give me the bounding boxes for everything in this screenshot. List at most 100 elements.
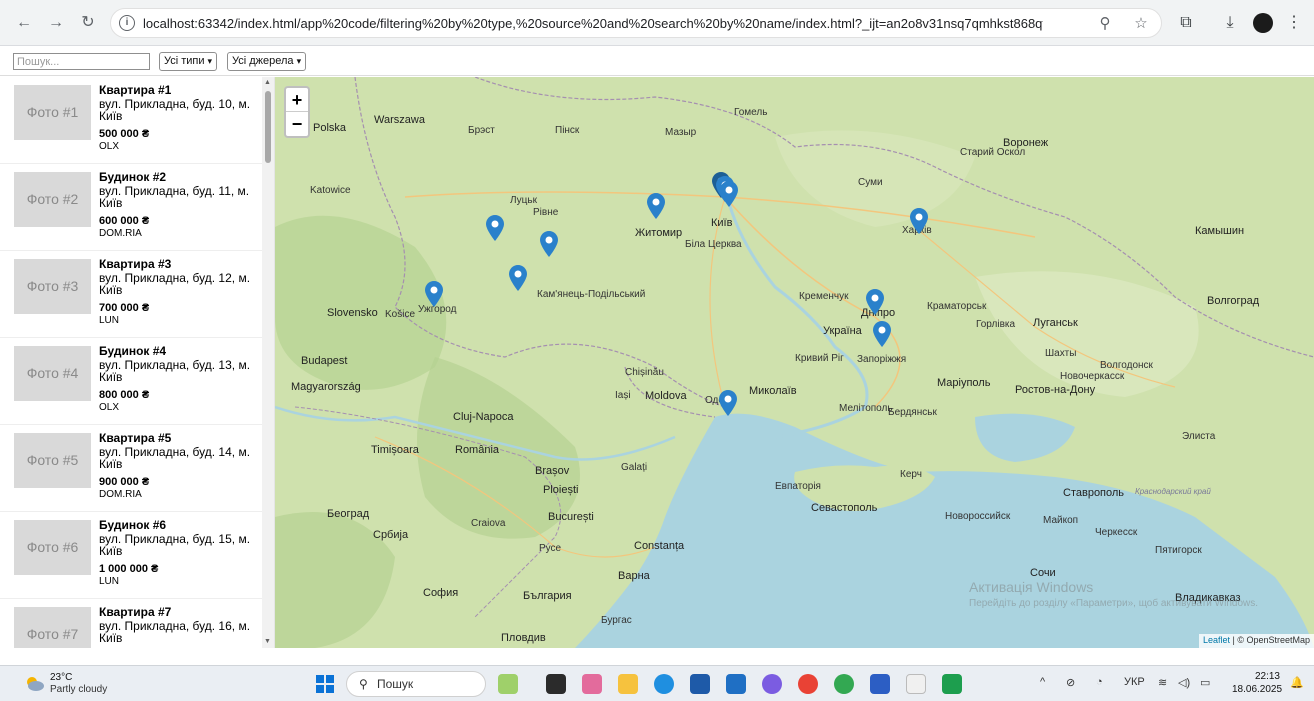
- listing-source: DOM.RIA: [99, 489, 142, 500]
- widget-app-icon[interactable]: [498, 674, 518, 694]
- city-label: Craiova: [471, 518, 506, 529]
- map-marker-pin-icon[interactable]: [910, 208, 928, 234]
- country-label: Україна: [823, 325, 862, 337]
- language-indicator[interactable]: УКР: [1124, 676, 1145, 688]
- notification-bell-icon[interactable]: 🔔: [1290, 676, 1304, 689]
- listing-price: 700 000 ₴: [99, 302, 150, 314]
- listing-card[interactable]: Фото #3 Квартира #3 вул. Прикладна, буд.…: [0, 251, 262, 338]
- listing-photo: Фото #7: [14, 607, 91, 648]
- listing-card[interactable]: Фото #7 Квартира #7 вул. Прикладна, буд.…: [0, 599, 262, 648]
- listing-card[interactable]: Фото #6 Будинок #6 вул. Прикладна, буд. …: [0, 512, 262, 599]
- url-text[interactable]: localhost:63342/index.html/app%20code/fi…: [143, 16, 1043, 31]
- taskbar-clock[interactable]: 22:13 18.06.2025: [1232, 670, 1282, 696]
- listing-title: Квартира #5: [99, 431, 172, 445]
- city-label: Cluj-Napoca: [453, 411, 514, 423]
- listing-photo: Фото #5: [14, 433, 91, 488]
- listing-price: 500 000 ₴: [99, 128, 150, 140]
- zoom-icon[interactable]: ⚲: [1095, 14, 1115, 32]
- listing-price: 800 000 ₴: [99, 389, 150, 401]
- listing-card[interactable]: Фото #4 Будинок #4 вул. Прикладна, буд. …: [0, 338, 262, 425]
- city-label: Пловдив: [501, 632, 546, 644]
- tray-app-icon[interactable]: ◔: [1096, 676, 1103, 688]
- forward-icon[interactable]: →: [44, 11, 68, 35]
- map-marker-pin-icon[interactable]: [873, 321, 891, 347]
- volume-icon[interactable]: ◁): [1178, 676, 1190, 689]
- city-label: Рівне: [533, 207, 559, 218]
- windows-activation-watermark: Активація Windows Перейдіть до розділу «…: [969, 579, 1258, 609]
- tray-icon[interactable]: ⊘: [1066, 676, 1075, 689]
- extensions-icon[interactable]: ⧉: [1174, 11, 1198, 35]
- listing-card[interactable]: Фото #2 Будинок #2 вул. Прикладна, буд. …: [0, 164, 262, 251]
- city-label: Ростов-на-Дону: [1015, 384, 1096, 396]
- listing-price: 600 000 ₴: [99, 215, 150, 227]
- wifi-icon[interactable]: ≋: [1158, 676, 1167, 689]
- city-label: Житомир: [635, 227, 683, 239]
- viber-icon[interactable]: [762, 674, 782, 694]
- leaflet-link[interactable]: Leaflet: [1203, 635, 1230, 645]
- listing-address: вул. Прикладна, буд. 16, м. Київ: [99, 619, 251, 645]
- outlook-icon[interactable]: [726, 674, 746, 694]
- map-marker-pin-icon[interactable]: [425, 281, 443, 307]
- battery-icon[interactable]: ▭: [1200, 676, 1210, 689]
- windows-taskbar: 23°C Partly cloudy ⚲ Пошук ^ ⊘ ◔ УКР ≋ ◁…: [0, 665, 1314, 701]
- map[interactable]: Warszawa Polska Брэст Пінск Гомель Мазыр…: [275, 77, 1314, 648]
- menu-kebab-icon[interactable]: ⋮: [1282, 11, 1306, 35]
- profile-avatar[interactable]: [1253, 13, 1273, 33]
- city-label: Chișinău: [625, 367, 664, 378]
- map-marker-pin-icon[interactable]: [720, 181, 738, 207]
- map-marker-pin-icon[interactable]: [486, 215, 504, 241]
- city-label: Луцьк: [510, 195, 537, 206]
- listing-address: вул. Прикладна, буд. 10, м. Київ: [99, 97, 251, 123]
- taskbar-search[interactable]: ⚲ Пошук: [346, 671, 486, 697]
- map-marker-pin-icon[interactable]: [647, 193, 665, 219]
- search-input[interactable]: [13, 53, 150, 70]
- map-marker-pin-icon[interactable]: [509, 265, 527, 291]
- chrome-icon[interactable]: [798, 674, 818, 694]
- city-label: Краматорськ: [927, 301, 987, 312]
- partly-cloudy-icon: [27, 677, 44, 691]
- city-label: Луганськ: [1033, 317, 1078, 329]
- city-label: Warszawa: [374, 114, 425, 126]
- activation-subtitle: Перейдіть до розділу «Параметри», щоб ак…: [969, 598, 1259, 609]
- listing-title: Будинок #4: [99, 344, 167, 358]
- back-icon[interactable]: ←: [12, 11, 36, 35]
- city-label: Шахты: [1045, 348, 1077, 359]
- scroll-down-icon[interactable]: ▼: [264, 638, 271, 645]
- windows-start-icon[interactable]: [316, 675, 334, 693]
- address-bar[interactable]: i localhost:63342/index.html/app%20code/…: [110, 8, 1162, 38]
- pycharm-icon[interactable]: [942, 674, 962, 694]
- bookmark-star-icon[interactable]: ☆: [1131, 14, 1151, 32]
- city-label: Волгодонск: [1100, 360, 1153, 371]
- type-select[interactable]: Усі типи ▾: [159, 52, 218, 71]
- scroll-up-icon[interactable]: ▲: [264, 79, 271, 86]
- chevron-up-icon[interactable]: ^: [1040, 676, 1045, 688]
- copilot-icon[interactable]: [582, 674, 602, 694]
- source-select[interactable]: Усі джерела ▾: [227, 52, 307, 71]
- file-explorer-icon[interactable]: [618, 674, 638, 694]
- osm-attribution[interactable]: | © OpenStreetMap: [1232, 635, 1310, 645]
- listings-scrollbar[interactable]: ▲ ▼: [262, 77, 274, 648]
- reload-icon[interactable]: ↻: [76, 11, 100, 35]
- scrollbar-thumb[interactable]: [265, 91, 271, 163]
- app-circle-icon[interactable]: [834, 674, 854, 694]
- word-icon[interactable]: [870, 674, 890, 694]
- zoom-out-button[interactable]: −: [286, 112, 308, 136]
- map-marker-pin-icon[interactable]: [866, 289, 884, 315]
- listing-card[interactable]: Фото #1 Квартира #1 вул. Прикладна, буд.…: [0, 77, 262, 164]
- store-icon[interactable]: [690, 674, 710, 694]
- download-icon[interactable]: ⤓: [1218, 11, 1242, 35]
- app-grid-icon[interactable]: [906, 674, 926, 694]
- city-label: Бердянськ: [888, 407, 937, 418]
- edge-browser-icon[interactable]: [654, 674, 674, 694]
- city-label: Бургас: [601, 615, 632, 626]
- city-label: Мазыр: [665, 127, 697, 138]
- zoom-in-button[interactable]: +: [286, 88, 308, 112]
- map-marker-pin-icon[interactable]: [540, 231, 558, 257]
- listing-card[interactable]: Фото #5 Квартира #5 вул. Прикладна, буд.…: [0, 425, 262, 512]
- map-attribution: Leaflet | © OpenStreetMap: [1198, 634, 1314, 648]
- city-label: Элиста: [1182, 431, 1216, 442]
- task-view-icon[interactable]: [546, 674, 566, 694]
- map-marker-pin-icon[interactable]: [719, 390, 737, 416]
- site-info-icon[interactable]: i: [119, 15, 135, 31]
- listing-title: Будинок #6: [99, 518, 167, 532]
